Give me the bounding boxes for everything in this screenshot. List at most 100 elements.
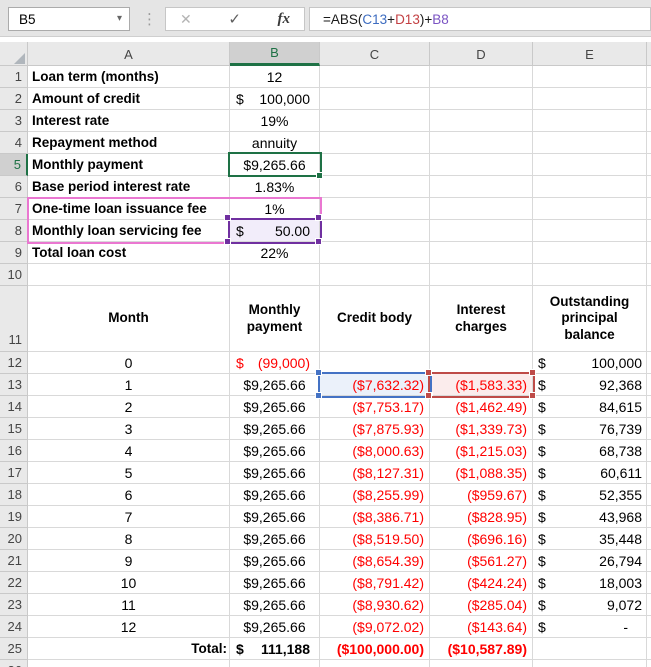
cell-F26[interactable]: [647, 660, 651, 667]
cell-B7[interactable]: 1%: [230, 198, 320, 220]
cell-C18[interactable]: ($8,255.99): [320, 484, 430, 506]
cell-F7[interactable]: [647, 198, 651, 220]
cell-C12[interactable]: [320, 352, 430, 374]
cell-B8[interactable]: $50.00: [230, 220, 320, 242]
cell-E11[interactable]: Outstanding principal balance: [533, 286, 647, 352]
cell-D10[interactable]: [430, 264, 533, 286]
row-header-5[interactable]: 5: [0, 154, 28, 176]
row-header-21[interactable]: 21: [0, 550, 28, 572]
cell-D25[interactable]: ($10,587.89): [430, 638, 533, 660]
cell-F4[interactable]: [647, 132, 651, 154]
cell-F24[interactable]: [647, 616, 651, 638]
cell-F15[interactable]: [647, 418, 651, 440]
ref-handle[interactable]: [315, 238, 322, 245]
cell-E5[interactable]: [533, 154, 647, 176]
ref-handle[interactable]: [224, 238, 231, 245]
cell-C21[interactable]: ($8,654.39): [320, 550, 430, 572]
cell-C14[interactable]: ($7,753.17): [320, 396, 430, 418]
cell-E22[interactable]: $18,003: [533, 572, 647, 594]
cell-C4[interactable]: [320, 132, 430, 154]
cell-C15[interactable]: ($7,875.93): [320, 418, 430, 440]
cell-A15[interactable]: 3: [28, 418, 230, 440]
cell-A6[interactable]: Base period interest rate: [28, 176, 230, 198]
cell-A18[interactable]: 6: [28, 484, 230, 506]
cell-B9[interactable]: 22%: [230, 242, 320, 264]
cell-A2[interactable]: Amount of credit: [28, 88, 230, 110]
cell-D7[interactable]: [430, 198, 533, 220]
cell-E16[interactable]: $68,738: [533, 440, 647, 462]
cell-B25[interactable]: $111,188: [230, 638, 320, 660]
row-header-25[interactable]: 25: [0, 638, 28, 660]
cell-B15[interactable]: $9,265.66: [230, 418, 320, 440]
cell-C11[interactable]: Credit body: [320, 286, 430, 352]
cell-C2[interactable]: [320, 88, 430, 110]
cell-B2[interactable]: $100,000: [230, 88, 320, 110]
cell-D12[interactable]: [430, 352, 533, 374]
ref-handle[interactable]: [224, 214, 231, 221]
cell-A23[interactable]: 11: [28, 594, 230, 616]
cell-F13[interactable]: [647, 374, 651, 396]
cell-A8[interactable]: Monthly loan servicing fee: [28, 220, 230, 242]
cell-C16[interactable]: ($8,000.63): [320, 440, 430, 462]
cell-A12[interactable]: 0: [28, 352, 230, 374]
row-header-6[interactable]: 6: [0, 176, 28, 198]
row-header-13[interactable]: 13: [0, 374, 28, 396]
cell-F12[interactable]: [647, 352, 651, 374]
cell-C20[interactable]: ($8,519.50): [320, 528, 430, 550]
row-header-26[interactable]: 26: [0, 660, 28, 667]
cell-B19[interactable]: $9,265.66: [230, 506, 320, 528]
row-header-17[interactable]: 17: [0, 462, 28, 484]
row-header-8[interactable]: 8: [0, 220, 28, 242]
cell-F11[interactable]: [647, 286, 651, 352]
cell-D19[interactable]: ($828.95): [430, 506, 533, 528]
cell-C23[interactable]: ($8,930.62): [320, 594, 430, 616]
ref-handle[interactable]: [529, 369, 536, 376]
row-header-7[interactable]: 7: [0, 198, 28, 220]
cell-A17[interactable]: 5: [28, 462, 230, 484]
fill-handle[interactable]: [316, 172, 323, 179]
cell-E21[interactable]: $26,794: [533, 550, 647, 572]
cell-F16[interactable]: [647, 440, 651, 462]
cell-E17[interactable]: $60,611: [533, 462, 647, 484]
row-header-1[interactable]: 1: [0, 66, 28, 88]
cell-A16[interactable]: 4: [28, 440, 230, 462]
ref-handle[interactable]: [425, 369, 432, 376]
row-header-15[interactable]: 15: [0, 418, 28, 440]
cell-C1[interactable]: [320, 66, 430, 88]
cell-B20[interactable]: $9,265.66: [230, 528, 320, 550]
cell-D1[interactable]: [430, 66, 533, 88]
cell-A11[interactable]: Month: [28, 286, 230, 352]
row-header-4[interactable]: 4: [0, 132, 28, 154]
cell-A25[interactable]: Total:: [28, 638, 230, 660]
cell-E19[interactable]: $43,968: [533, 506, 647, 528]
cell-D4[interactable]: [430, 132, 533, 154]
cell-A26[interactable]: [28, 660, 230, 667]
cell-C13[interactable]: ($7,632.32): [320, 374, 430, 396]
cell-E13[interactable]: $92,368: [533, 374, 647, 396]
cell-E14[interactable]: $84,615: [533, 396, 647, 418]
cell-D26[interactable]: [430, 660, 533, 667]
cell-B22[interactable]: $9,265.66: [230, 572, 320, 594]
cell-C26[interactable]: [320, 660, 430, 667]
cell-F2[interactable]: [647, 88, 651, 110]
cell-B11[interactable]: Monthly payment: [230, 286, 320, 352]
ref-handle[interactable]: [315, 214, 322, 221]
cell-F18[interactable]: [647, 484, 651, 506]
cell-E24[interactable]: $ -: [533, 616, 647, 638]
cell-D21[interactable]: ($561.27): [430, 550, 533, 572]
cell-B13[interactable]: $9,265.66: [230, 374, 320, 396]
cell-D22[interactable]: ($424.24): [430, 572, 533, 594]
cell-C25[interactable]: ($100,000.00): [320, 638, 430, 660]
cell-B12[interactable]: $ (99,000): [230, 352, 320, 374]
cell-A24[interactable]: 12: [28, 616, 230, 638]
cell-E6[interactable]: [533, 176, 647, 198]
cell-A4[interactable]: Repayment method: [28, 132, 230, 154]
cell-B14[interactable]: $9,265.66: [230, 396, 320, 418]
cell-D15[interactable]: ($1,339.73): [430, 418, 533, 440]
cell-D3[interactable]: [430, 110, 533, 132]
cell-D6[interactable]: [430, 176, 533, 198]
cell-C8[interactable]: [320, 220, 430, 242]
ref-handle[interactable]: [529, 392, 536, 399]
cell-D2[interactable]: [430, 88, 533, 110]
cell-F10[interactable]: [647, 264, 651, 286]
